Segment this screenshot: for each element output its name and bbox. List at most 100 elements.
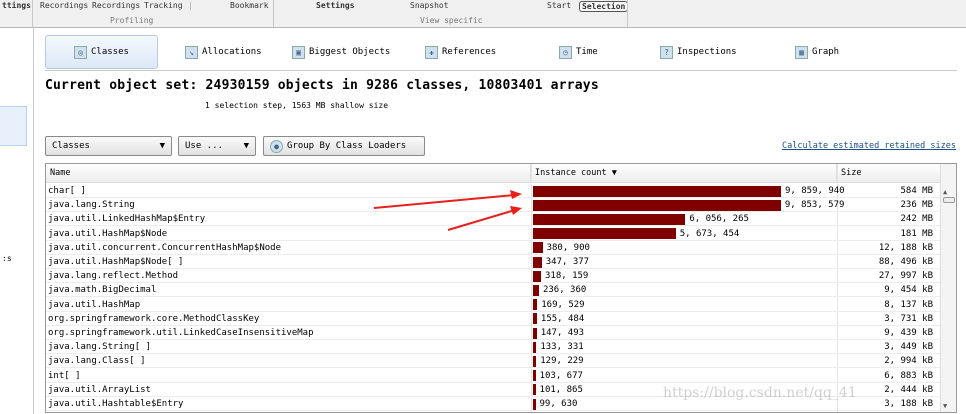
vertical-scrollbar[interactable]: ▲ ▼ [940, 164, 956, 412]
column-label: Instance count [535, 168, 607, 178]
size-value: 88, 496 kB [878, 257, 933, 267]
sidebar-button[interactable] [0, 106, 27, 146]
tab-label: Inspections [677, 47, 737, 57]
chevron-down-icon: ▼ [243, 141, 249, 151]
table-row[interactable]: java.util.LinkedHashMap$Entry 6, 056, 26… [46, 212, 941, 227]
ribbon-recordings[interactable]: Recordings [40, 1, 88, 10]
size-value: 27, 997 kB [878, 271, 933, 282]
tab-biggest-objects[interactable]: ▣ Biggest Objects [292, 35, 390, 69]
size-value: 6, 883 kB [884, 370, 933, 381]
class-name: java.lang.reflect.Method [48, 271, 179, 282]
view-tabs: ◎ Classes ↘ Allocations ▣ Biggest Objects ✚… [45, 35, 957, 71]
instance-count-value: 9, 853, 579 [784, 200, 845, 211]
instance-count-bar [533, 256, 542, 268]
column-name[interactable]: Name [46, 164, 531, 183]
tab-classes[interactable]: ◎ Classes [45, 35, 158, 69]
column-instance-count[interactable]: Instance count ▼ [531, 164, 837, 183]
instance-count-cell: 318, 159 [531, 269, 588, 283]
instance-count-bar [533, 199, 781, 211]
table-row[interactable]: java.lang.Class[ ] 129, 229 2, 994 kB [46, 354, 941, 369]
ribbon-settings-tab[interactable]: ttings [2, 1, 31, 10]
instance-count-bar [533, 384, 536, 396]
instance-count-cell: 169, 529 [531, 298, 585, 312]
table-row[interactable]: org.springframework.core.MethodClassKey … [46, 312, 941, 326]
references-icon: ✚ [425, 45, 438, 59]
instance-count-value: 155, 484 [540, 313, 585, 324]
size-value: 2, 994 kB [884, 356, 933, 367]
ribbon-bookmark[interactable]: Bookmark [230, 1, 269, 10]
size-value: 3, 188 kB [884, 399, 933, 409]
table-row[interactable]: java.lang.reflect.Method 318, 159 27, 99… [46, 269, 941, 284]
instance-count-bar [533, 370, 536, 382]
instance-count-bar [533, 355, 537, 367]
scroll-down-icon[interactable]: ▼ [943, 402, 947, 410]
inspections-icon: ? [660, 45, 673, 59]
table-row[interactable]: int[ ] 103, 677 6, 883 kB [46, 369, 941, 383]
instance-count-cell: 103, 677 [531, 369, 583, 383]
class-name: java.util.Hashtable$Entry [48, 399, 184, 409]
time-icon: ◷ [559, 45, 572, 59]
tab-time[interactable]: ◷ Time [559, 35, 598, 69]
graph-icon: ▦ [795, 45, 808, 59]
table-row[interactable]: java.util.HashMap$Node[ ] 347, 377 88, 4… [46, 255, 941, 269]
table-row[interactable]: java.util.HashMap$Node 5, 673, 454 181 M… [46, 227, 941, 241]
instance-count-value: 380, 900 [546, 242, 590, 253]
classes-table: Name Instance count ▼ Size char[ ] 9, 85… [45, 163, 957, 413]
class-name: java.util.ArrayList [48, 384, 151, 395]
table-row[interactable]: java.util.HashMap 169, 529 8, 137 kB [46, 298, 941, 312]
biggest-objects-icon: ▣ [292, 45, 305, 59]
table-row[interactable]: org.springframework.util.LinkedCaseInsen… [46, 326, 941, 340]
tab-label: Time [576, 47, 598, 57]
table-row[interactable]: char[ ] 9, 859, 940 584 MB [46, 184, 941, 198]
ribbon-group-view-specific: View specific [420, 16, 483, 25]
classes-icon: ◎ [74, 45, 87, 59]
table-row[interactable]: java.lang.String[ ] 133, 331 3, 449 kB [46, 340, 941, 355]
tab-label: Graph [812, 47, 840, 57]
table-row[interactable]: java.lang.String 9, 853, 579 236 MB [46, 198, 941, 213]
ribbon-selection[interactable]: Selection [579, 1, 629, 12]
instance-count-value: 5, 673, 454 [679, 228, 740, 239]
column-size[interactable]: Size [837, 164, 941, 183]
tab-label: References [442, 47, 497, 57]
tab-graph[interactable]: ▦ Graph [795, 35, 839, 69]
size-value: 9, 454 kB [884, 285, 933, 296]
class-name: java.lang.String[ ] [48, 342, 151, 353]
ribbon-tracking[interactable]: Tracking [144, 1, 183, 10]
use-button[interactable]: Use ... ▼ [178, 136, 256, 156]
ribbon-snapshot[interactable]: Snapshot [410, 1, 449, 10]
group-by-class-loaders-button[interactable]: ● Group By Class Loaders [263, 136, 425, 156]
class-name: org.springframework.util.LinkedCaseInsen… [48, 328, 314, 338]
chevron-down-icon: ▼ [159, 141, 165, 151]
class-name: char[ ] [48, 186, 86, 196]
tab-inspections[interactable]: ? Inspections [660, 35, 737, 69]
left-sidebar: :s [0, 28, 34, 414]
view-select-value: Classes [52, 141, 90, 151]
instance-count-cell: 347, 377 [531, 255, 589, 269]
instance-count-bar [533, 242, 543, 254]
instance-count-value: 236, 360 [542, 285, 587, 296]
calculate-retained-sizes-link[interactable]: Calculate estimated retained sizes [782, 141, 956, 151]
tab-allocations[interactable]: ↘ Allocations [185, 35, 262, 69]
ribbon-start[interactable]: Start [547, 1, 571, 10]
table-row[interactable]: java.math.BigDecimal 236, 360 9, 454 kB [46, 283, 941, 298]
class-name: java.math.BigDecimal [48, 285, 157, 296]
instance-count-cell: 155, 484 [531, 312, 584, 326]
allocations-icon: ↘ [185, 45, 198, 59]
instance-count-cell: 236, 360 [531, 283, 586, 297]
instance-count-bar [533, 284, 539, 296]
instance-count-value: 99, 630 [539, 399, 578, 409]
instance-count-cell: 5, 673, 454 [531, 227, 739, 241]
scroll-up-icon[interactable]: ▲ [943, 188, 947, 196]
object-set-headline: Current object set: 24930159 objects in … [45, 78, 599, 93]
scrollbar-thumb[interactable] [943, 197, 955, 203]
ribbon-recordings-2[interactable]: Recordings [92, 1, 140, 10]
tab-references[interactable]: ✚ References [425, 35, 496, 69]
instance-count-value: 169, 529 [541, 299, 585, 310]
ribbon-settings[interactable]: Settings [316, 1, 355, 10]
view-select[interactable]: Classes ▼ [45, 136, 172, 156]
instance-count-value: 6, 056, 265 [689, 214, 749, 225]
size-value: 8, 137 kB [884, 299, 933, 310]
table-row[interactable]: java.util.concurrent.ConcurrentHashMap$N… [46, 241, 941, 255]
tab-label: Allocations [202, 47, 262, 57]
ribbon-toolbar: ttings Recordings Recordings Tracking | … [0, 0, 966, 28]
